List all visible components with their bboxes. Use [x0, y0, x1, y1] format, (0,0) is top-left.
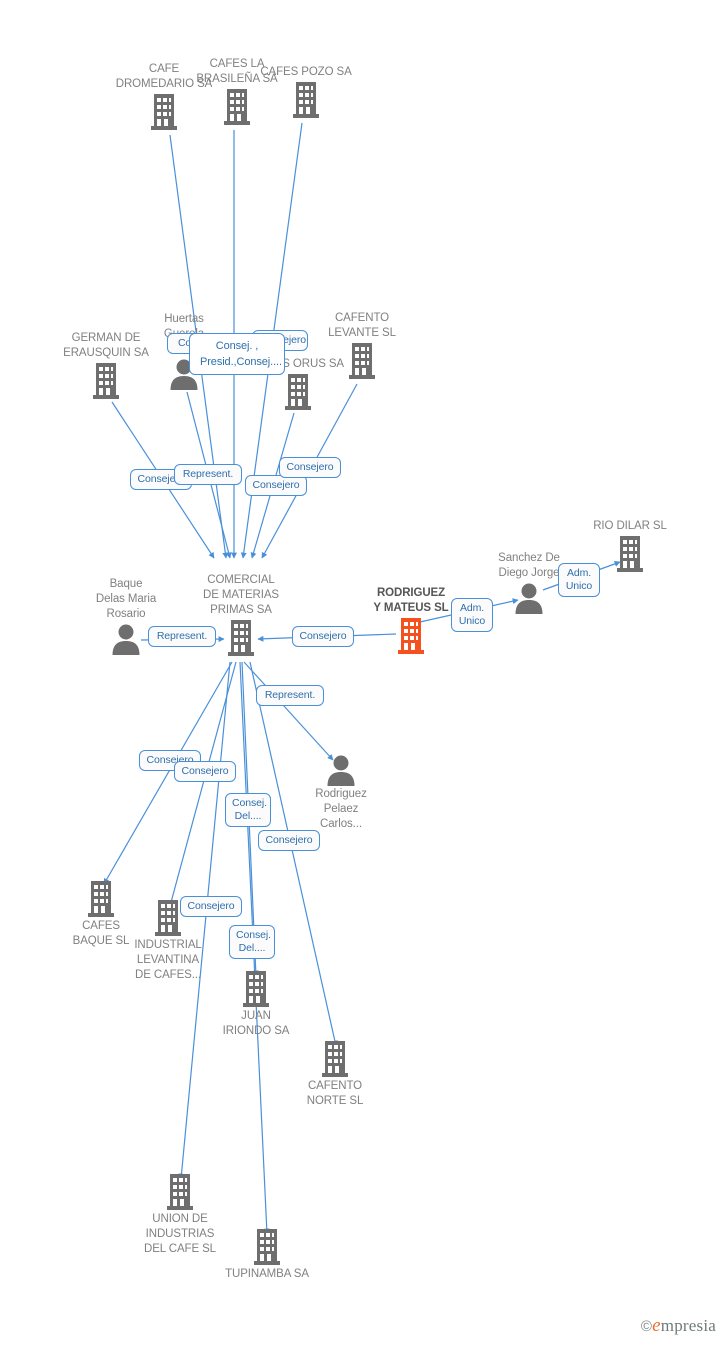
node-label: CAFENTO NORTE SL [306, 1080, 364, 1107]
edge-comercial_materias-to-rodriguez_pelaez [243, 661, 334, 761]
person-icon [281, 754, 401, 786]
relationship-label-lbl_represent_3[interactable]: Represent. [256, 685, 324, 706]
building-icon [246, 81, 366, 119]
building-icon [120, 1173, 240, 1211]
relationship-label-lbl_consejero_low3[interactable]: Consejero [258, 830, 320, 851]
node-cafento_levante[interactable]: CAFENTO LEVANTE SL [302, 311, 422, 380]
node-cafento_norte[interactable]: CAFENTO NORTE SL [275, 1040, 395, 1109]
relationship-label-lbl_consejero_low2[interactable]: Consejero [174, 761, 236, 782]
brand-initial: e [652, 1315, 661, 1336]
building-icon [207, 1228, 327, 1266]
node-label: COMERCIAL DE MATERIAS PRIMAS SA [202, 574, 279, 616]
relationship-label-lbl_consejero_mid1[interactable]: Consejero [245, 475, 307, 496]
building-icon [302, 342, 422, 380]
node-label: RIO DILAR SL [593, 520, 667, 532]
node-rodriguez_pelaez[interactable]: Rodriguez Pelaez Carlos... [281, 754, 401, 832]
node-juan_iriondo[interactable]: JUAN IRIONDO SA [196, 970, 316, 1039]
node-label: TUPINAMBA SA [225, 1268, 309, 1280]
relationship-label-lbl_tooltip[interactable]: Consej. , Presid.,Consej.... [189, 333, 285, 375]
node-tupinamba[interactable]: TUPINAMBA SA [207, 1228, 327, 1282]
relationship-label-lbl_consejero_low4[interactable]: Consejero [180, 896, 242, 917]
watermark: ©empresia [641, 1315, 716, 1337]
relationship-label-lbl_consej_del_1[interactable]: Consej. Del.... [225, 793, 271, 827]
node-cafes_pozo[interactable]: CAFES POZO SA [246, 65, 366, 119]
edge-comercial_materias-to-industrial_levantina [168, 661, 237, 907]
node-label: JUAN IRIONDO SA [222, 1010, 290, 1037]
node-label: Rodriguez Pelaez Carlos... [315, 788, 367, 830]
relationship-graph: CAFE DROMEDARIO SA CAFES LA BRASILEÑA SA C… [0, 0, 728, 1345]
building-icon [275, 1040, 395, 1078]
edge-layer [103, 122, 621, 1235]
node-label: CAFES POZO SA [260, 66, 352, 78]
relationship-label-lbl_consej_del_2[interactable]: Consej. Del.... [229, 925, 275, 959]
relationship-label-lbl_represent_2[interactable]: Represent. [148, 626, 216, 647]
brand-name: mpresia [660, 1316, 716, 1335]
relationship-label-lbl_adm_unico_sanchez[interactable]: Adm. Unico [558, 563, 600, 597]
copyright-icon: © [640, 1318, 653, 1335]
building-icon [196, 970, 316, 1008]
relationship-label-lbl_adm_unico_rodriguez[interactable]: Adm. Unico [451, 598, 493, 632]
node-label: Baque Delas Maria Rosario [95, 578, 157, 620]
relationship-label-lbl_represent_1[interactable]: Represent. [174, 464, 242, 485]
relationship-label-lbl_consejero_mid2[interactable]: Consejero [279, 457, 341, 478]
relationship-label-lbl_consejero_rodriguez[interactable]: Consejero [292, 626, 354, 647]
node-label: CAFENTO LEVANTE SL [328, 312, 396, 339]
